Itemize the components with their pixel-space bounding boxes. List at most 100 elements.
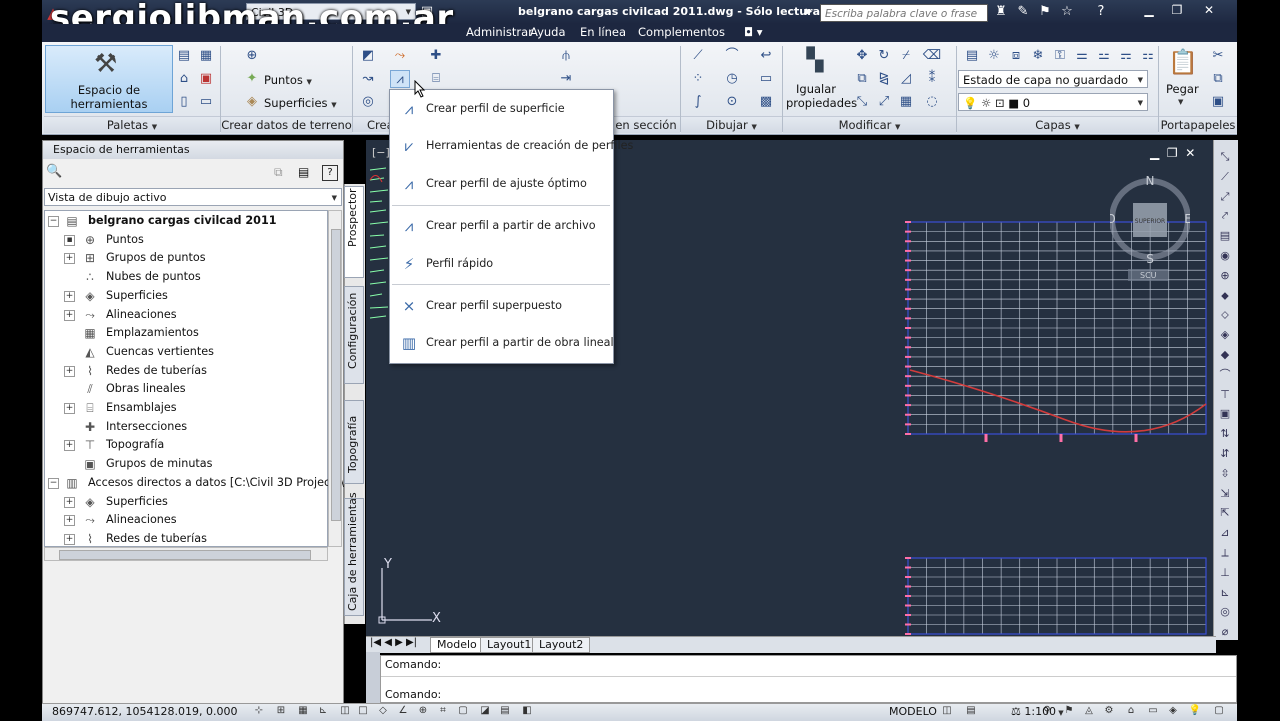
command-line[interactable]: Comando: Comando: [380,655,1237,703]
tree-expander-icon[interactable]: + [64,365,75,377]
explode-icon[interactable]: ⁑ [922,70,942,88]
layer-properties-icon[interactable]: ▤ [962,47,982,65]
polar-icon[interactable]: ◫ [338,704,352,718]
autoscale-icon[interactable]: ⚑ [1062,704,1076,718]
3dosnap-icon[interactable]: ◇ [376,704,390,718]
import-survey-icon[interactable]: ⊕ [242,47,262,65]
rectangle-icon[interactable]: ▭ [756,70,776,88]
quick-view-layouts-icon[interactable]: ◫ [940,704,954,718]
profile-menu-item[interactable]: ▥ Crear perfil a partir de obra lineal [392,326,614,360]
arc-icon[interactable]: ↩ [756,47,776,65]
lineweight-icon[interactable]: ▢ [456,704,470,718]
layer-freeze-icon[interactable]: ❄ [1028,47,1048,65]
grading-icon[interactable]: ◎ [358,93,378,111]
right-tool-icon[interactable]: ⇱ [1216,504,1234,522]
right-tool-icon[interactable]: ⬦ [1216,306,1234,324]
right-tool-icon[interactable]: ⤡ [1216,148,1234,166]
item-view-icon[interactable]: ⧉ [274,165,283,180]
help-icon[interactable]: ? [1092,3,1110,21]
sample-lines-icon[interactable]: ⫛ [556,47,576,65]
right-tool-icon[interactable]: ◈ [1216,326,1234,344]
panel-modificar[interactable]: Modificar ▼ [783,116,956,133]
binoculars-icon[interactable]: ♜ [992,3,1010,21]
markup-icon[interactable]: ▭ [196,93,216,111]
circle-icon[interactable]: ◷ [722,70,742,88]
tree-expander-icon[interactable]: ▪ [64,234,75,246]
points-icon[interactable]: ✦ [242,70,262,88]
layer-off-icon[interactable]: ☼ [984,47,1004,65]
scale-icon[interactable]: ⤢ [874,93,894,111]
corridor-icon[interactable]: ⌸ [426,70,446,88]
tab-modelo[interactable]: Modelo [430,637,484,653]
right-tool-icon[interactable]: ⟋ [1216,168,1234,186]
help-icon[interactable]: ? [322,165,338,181]
osnap-icon[interactable]: □ [356,704,370,718]
model-space-button[interactable]: MODELO [889,704,937,720]
point-icon[interactable]: ⁘ [688,70,708,88]
layout-nav-arrows[interactable]: |◀ ◀ ▶ ▶| [370,637,417,648]
section-views-icon[interactable]: ⇥ [556,70,576,88]
copy-icon[interactable]: ⧉ [852,70,872,88]
workspace-switch-icon[interactable]: ◬ [1082,704,1096,718]
layer-delete-icon[interactable]: ⚏ [1138,47,1158,65]
ducs-icon[interactable]: ⊕ [416,704,430,718]
design-center-icon[interactable]: ⌂ [174,70,194,88]
line-icon[interactable]: ⟋ [688,47,708,65]
right-tool-icon[interactable]: ⊥ [1216,564,1234,582]
panel-portapapeles[interactable]: Portapapeles [1159,116,1237,133]
grid-icon[interactable]: ▦ [296,704,310,718]
properties-palette-icon[interactable]: ▤ [174,47,194,65]
profile-menu-item[interactable]: ⩘ Crear perfil a partir de archivo [392,209,610,243]
command-prompt[interactable]: Comando: [385,688,441,701]
toolspace-button[interactable]: ⚒ Espacio de herramientas [45,45,173,113]
tab-administrar[interactable]: Administrar [466,25,533,39]
sheet-set-icon[interactable]: ▯ [174,93,194,111]
selection-cycle-icon[interactable]: ◧ [520,704,534,718]
light-bulb-icon[interactable]: 💡 [1188,704,1202,718]
right-tool-icon[interactable]: ⇵ [1216,445,1234,463]
right-tool-icon[interactable]: ⇅ [1216,425,1234,443]
right-tool-icon[interactable]: ⟂ [1216,544,1234,562]
right-tool-icon[interactable]: ⊕ [1216,267,1234,285]
tree-expander-icon[interactable]: + [64,440,75,452]
ribbon-toggle-icon[interactable]: ◘ ▾ [744,25,763,39]
command-line-handle[interactable] [366,652,380,706]
right-tool-icon[interactable]: ⬥ [1216,287,1234,305]
tree-expander-icon[interactable]: + [64,515,75,527]
hardware-accel-icon[interactable]: ▭ [1146,704,1160,718]
minimize-button[interactable]: ▁ [1138,2,1160,18]
tree-expander-icon[interactable]: + [64,496,75,508]
tab-configuracion[interactable]: Configuración [344,286,364,384]
layer-walk-icon[interactable]: ⚍ [1094,47,1114,65]
isolate-objects-icon[interactable]: ◈ [1166,704,1180,718]
panel-vistas-seccion[interactable]: en sección [612,116,680,133]
trim-icon[interactable]: ⌿ [896,47,916,65]
right-tool-icon[interactable]: ▤ [1216,227,1234,245]
snap-icon[interactable]: ⊞ [274,704,288,718]
panel-capas[interactable]: Capas ▼ [957,116,1158,133]
scroll-thumb[interactable] [331,229,341,521]
right-tool-icon[interactable]: ⤤ [1216,207,1234,225]
viewport-window-controls[interactable]: ▁ ❐ ✕ [1150,146,1195,160]
tree-vertical-scrollbar[interactable] [328,210,342,547]
expand-search-icon[interactable]: ▸ [800,3,818,21]
points-dropdown[interactable]: Puntos ▼ [264,73,312,87]
hatch-icon[interactable]: ▩ [756,93,776,111]
layer-lock-icon[interactable]: ⚿ [1050,47,1070,65]
communication-icon[interactable]: ⚑ [1036,3,1054,21]
right-tool-icon[interactable]: ⊾ [1216,584,1234,602]
otrack-icon[interactable]: ∠ [396,704,410,718]
view-select[interactable]: Vista de dibujo activo ▼ [44,188,342,206]
fillet-icon[interactable]: ◿ [896,70,916,88]
panel-crear-diseno[interactable]: Crea [353,116,394,132]
quick-view-drawings-icon[interactable]: ▤ [964,704,978,718]
profile-menu-item[interactable]: ⩗ Herramientas de creación de perfiles [392,129,634,163]
right-tool-icon[interactable]: ⇳ [1216,465,1234,483]
dyn-icon[interactable]: ⌗ [436,704,450,718]
paste-special-icon[interactable]: ▣ [1208,93,1228,111]
favorites-star-icon[interactable]: ☆ [1058,3,1076,21]
rotate-icon[interactable]: ↻ [874,47,894,65]
paste-icon[interactable]: 📋 [1168,48,1198,80]
layer-isolate-icon[interactable]: ⧈ [1006,47,1026,65]
clean-screen-icon[interactable]: ▢ [1212,704,1226,718]
